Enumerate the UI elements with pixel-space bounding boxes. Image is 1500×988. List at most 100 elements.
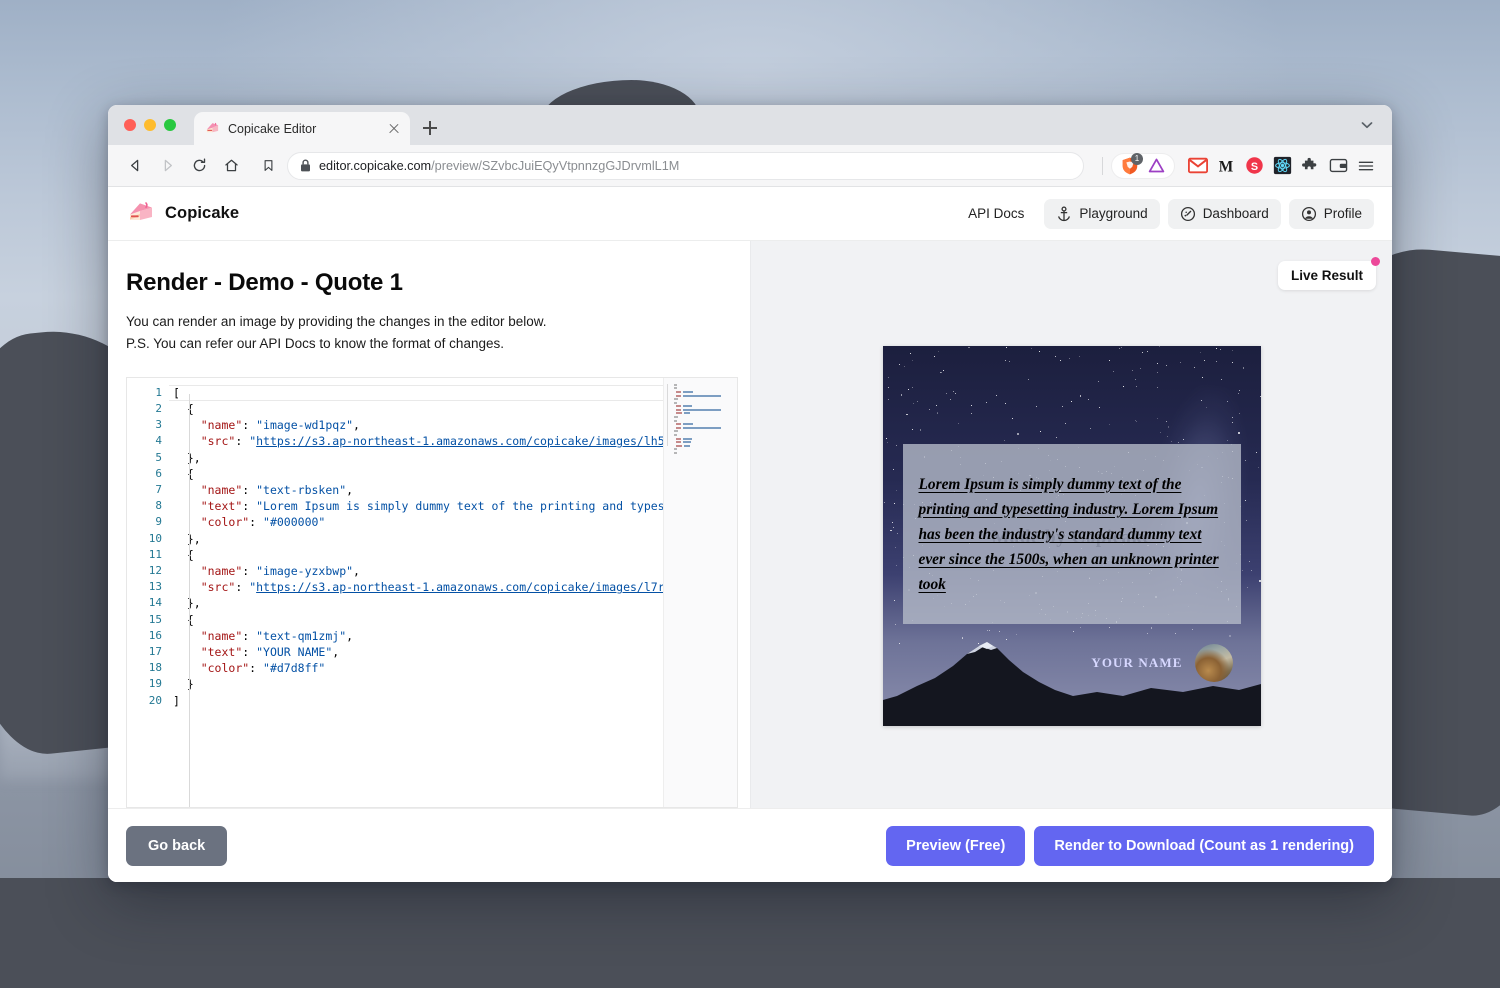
rendered-image-preview: Made by Copicake Lorem Ipsum is simply d… [882, 346, 1261, 726]
preview-free-button[interactable]: Preview (Free) [886, 825, 1026, 866]
cake-slice-icon [126, 200, 156, 228]
live-result-label: Live Result [1290, 268, 1363, 283]
reload-icon[interactable] [185, 152, 213, 180]
editor-line-number: 19 [148, 677, 162, 691]
toolbar-divider [1102, 156, 1103, 175]
editor-code-line[interactable]: "color": "#d7d8ff" [169, 660, 663, 676]
render-to-download-button[interactable]: Render to Download (Count as 1 rendering… [1034, 825, 1374, 866]
wallpaper-foreground [0, 878, 1500, 988]
quote-overlay-box: Made by Copicake Lorem Ipsum is simply d… [902, 444, 1241, 624]
editor-vertical-scrollbar[interactable] [653, 378, 663, 807]
brave-rewards-icon[interactable] [1146, 156, 1166, 176]
svg-text:S: S [1250, 161, 1257, 173]
editor-line-number: 12 [148, 563, 162, 577]
editor-line-number: 11 [148, 547, 162, 561]
editor-line-number: 14 [148, 596, 162, 610]
json-code-editor[interactable]: 1 2 3 4 5 6 7 8 9 10 11 12 13 14 15 16 17 18 19 20 [ { "nam… [126, 376, 738, 808]
extensions-puzzle-icon[interactable] [1297, 153, 1323, 179]
editor-code-line[interactable]: "name": "image-yzxbwp", [169, 563, 663, 579]
author-name-text: YOUR NAME [1091, 655, 1183, 670]
gmail-icon[interactable] [1185, 153, 1211, 179]
editor-code-line[interactable]: "name": "image-wd1pqz", [169, 417, 663, 433]
editor-code-lines[interactable]: [ { "name": "image-wd1pqz", "src": "http… [169, 384, 663, 709]
copicake-app: Copicake API Docs Playground Dashboard P… [108, 187, 1392, 882]
footer-actions: Preview (Free) Render to Download (Count… [886, 825, 1374, 866]
nav-dashboard[interactable]: Dashboard [1167, 198, 1281, 229]
editor-code-line[interactable]: }, [169, 531, 663, 547]
home-icon[interactable] [217, 152, 245, 180]
nav-api-docs[interactable]: API Docs [956, 199, 1036, 228]
cake-slice-icon [205, 121, 220, 136]
toolbar-extensions: 1 M S [1088, 152, 1379, 179]
editor-line-number: 2 [155, 401, 162, 415]
quote-text: Lorem Ipsum is simply dummy text of the … [918, 475, 1219, 593]
editor-code-line[interactable]: "src": "https://s3.ap-northeast-1.amazon… [169, 579, 663, 595]
chevron-down-icon[interactable] [1358, 116, 1376, 134]
wallet-icon[interactable] [1325, 153, 1351, 179]
brave-actions-group: 1 [1111, 152, 1175, 179]
url-path: /preview/SZvbcJuiEQyVtpnnzgGJDrvmlL1M [431, 158, 680, 173]
forward-arrow-icon[interactable] [153, 152, 181, 180]
browser-tab-strip: Copicake Editor [108, 105, 1392, 145]
nav-playground[interactable]: Playground [1044, 198, 1160, 229]
app-body: Render - Demo - Quote 1 You can render a… [108, 241, 1392, 808]
editor-code-line[interactable]: "src": "https://s3.ap-northeast-1.amazon… [169, 433, 663, 449]
back-arrow-icon[interactable] [121, 152, 149, 180]
editor-code-area[interactable]: [ { "name": "image-wd1pqz", "src": "http… [169, 377, 663, 807]
browser-window: Copicake Editor editor.copicake.com/prev… [108, 105, 1392, 882]
window-close-button[interactable] [124, 119, 136, 131]
editor-code-line[interactable]: { [169, 547, 663, 563]
editor-pane: Render - Demo - Quote 1 You can render a… [108, 241, 750, 808]
editor-code-line[interactable]: }, [169, 595, 663, 611]
url-domain: editor.copicake.com [319, 158, 432, 173]
nav-profile[interactable]: Profile [1288, 198, 1374, 229]
avatar [1194, 644, 1233, 682]
editor-line-number-gutter: 1 2 3 4 5 6 7 8 9 10 11 12 13 14 15 16 17 18 19 20 [127, 377, 169, 807]
close-icon[interactable] [386, 121, 402, 137]
skype-icon[interactable]: S [1241, 153, 1267, 179]
editor-line-number: 18 [148, 661, 162, 675]
editor-code-line[interactable]: "name": "text-rbsken", [169, 482, 663, 498]
plus-icon[interactable] [416, 114, 444, 142]
editor-code-line[interactable]: ] [169, 693, 663, 709]
desktop-wallpaper: Copicake Editor editor.copicake.com/prev… [0, 0, 1500, 988]
react-devtools-icon[interactable] [1269, 153, 1295, 179]
window-maximize-button[interactable] [164, 119, 176, 131]
editor-code-line[interactable]: { [169, 466, 663, 482]
svg-text:M: M [1219, 158, 1233, 175]
editor-code-line[interactable]: "text": "YOUR NAME", [169, 644, 663, 660]
shields-badge-count: 1 [1131, 152, 1143, 165]
address-bar-url: editor.copicake.com/preview/SZvbcJuiEQyV… [319, 159, 679, 173]
app-header: Copicake API Docs Playground Dashboard P… [108, 187, 1392, 241]
editor-minimap[interactable] [663, 377, 737, 807]
page-description-line-2: P.S. You can refer our API Docs to know … [126, 335, 504, 351]
bookmark-icon[interactable] [257, 155, 279, 177]
live-result-badge: Live Result [1277, 257, 1380, 290]
editor-code-line[interactable]: }, [169, 450, 663, 466]
editor-code-line[interactable]: { [169, 401, 663, 417]
lock-icon [300, 159, 311, 172]
browser-tab[interactable]: Copicake Editor [194, 112, 410, 145]
window-minimize-button[interactable] [144, 119, 156, 131]
editor-line-number: 3 [155, 418, 162, 432]
nav-label: API Docs [968, 206, 1025, 221]
editor-code-line[interactable]: "name": "text-qm1zmj", [169, 628, 663, 644]
editor-line-number: 10 [148, 531, 162, 545]
editor-code-line[interactable]: [ [169, 384, 663, 401]
editor-code-line[interactable]: "text": "Lorem Ipsum is simply dummy tex… [169, 498, 663, 514]
editor-code-line[interactable]: } [169, 676, 663, 692]
anchor-icon [1056, 205, 1072, 222]
go-back-button[interactable]: Go back [126, 825, 228, 866]
page-description: You can render an image by providing the… [126, 311, 750, 355]
medium-icon[interactable]: M [1213, 153, 1239, 179]
app-brand[interactable]: Copicake [126, 200, 239, 228]
editor-code-line[interactable]: { [169, 612, 663, 628]
speedometer-icon [1180, 206, 1196, 222]
address-bar[interactable]: editor.copicake.com/preview/SZvbcJuiEQyV… [287, 151, 1084, 180]
preview-pane: Live Result Made by Copicake Lorem Ipsum… [750, 241, 1392, 808]
minimap-slider[interactable] [664, 377, 737, 807]
editor-code-line[interactable]: "color": "#000000" [169, 514, 663, 530]
brave-shields-icon[interactable]: 1 [1120, 152, 1143, 176]
editor-line-number: 8 [155, 499, 162, 513]
browser-menu-icon[interactable] [1353, 153, 1379, 179]
